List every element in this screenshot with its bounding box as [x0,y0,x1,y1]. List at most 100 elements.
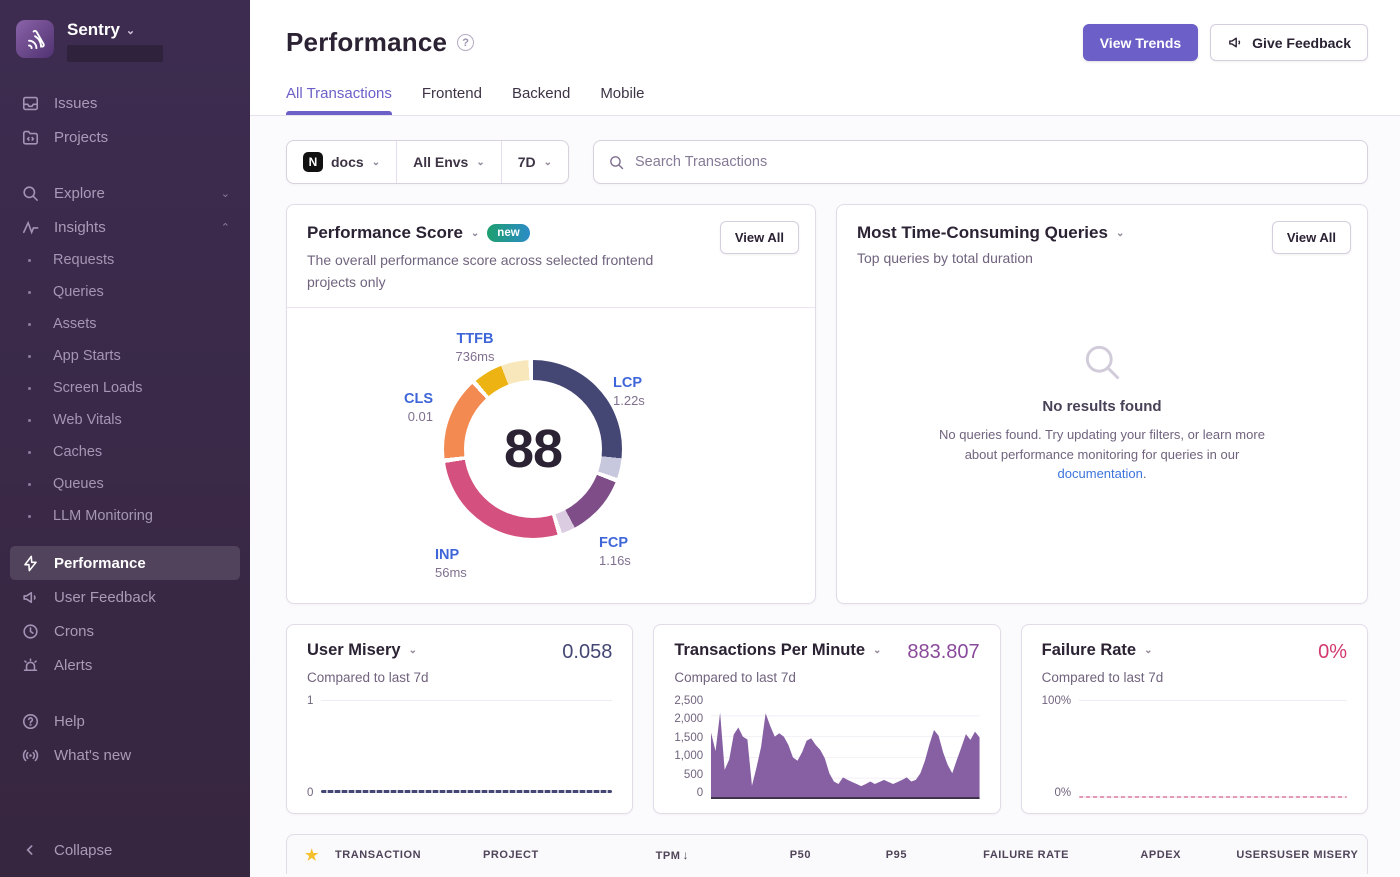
megaphone-icon [20,587,40,607]
sidebar-item-llm-monitoring[interactable]: LLM Monitoring [0,500,250,532]
view-trends-button[interactable]: View Trends [1083,24,1198,61]
sidebar-item-insights[interactable]: Insights ⌃ [0,210,250,244]
sidebar-item-queries[interactable]: Queries [0,276,250,308]
sub-item-label: Assets [53,316,97,332]
user-misery-value: 0.058 [562,641,612,664]
sub-item-label: Screen Loads [53,380,142,396]
bullet-icon [28,323,31,326]
sidebar-item-whats-new[interactable]: What's new [0,738,250,772]
tab-frontend[interactable]: Frontend [422,85,482,115]
column-transaction[interactable]: TRANSACTION [335,849,483,861]
sidebar-item-label: Collapse [54,842,112,859]
column-p95[interactable]: P95 [811,849,907,861]
bullet-icon [28,515,31,518]
bullet-icon [28,291,31,294]
org-switcher[interactable]: Sentry⌄ [0,14,250,72]
sidebar-item-caches[interactable]: Caches [0,436,250,468]
tab-backend[interactable]: Backend [512,85,570,115]
sub-item-label: LLM Monitoring [53,508,153,524]
sidebar-item-assets[interactable]: Assets [0,308,250,340]
sidebar-item-help[interactable]: Help [0,704,250,738]
page-filter-bar: N docs ⌄ All Envs ⌄ 7D ⌄ [286,140,569,184]
card-title[interactable]: Most Time-Consuming Queries [857,223,1108,243]
sidebar-collapse-button[interactable]: Collapse [0,833,250,867]
card-title[interactable]: Failure Rate⌄ [1042,641,1153,660]
bullet-icon [28,419,31,422]
chevron-down-icon: ⌄ [873,645,881,656]
view-all-button[interactable]: View All [1272,221,1351,254]
bullet-icon [28,451,31,454]
tab-mobile[interactable]: Mobile [600,85,644,115]
new-badge: new [487,224,529,242]
sidebar-item-label: Crons [54,623,94,640]
tab-bar: All Transactions Frontend Backend Mobile [286,85,1368,115]
sub-item-label: Queries [53,284,104,300]
sidebar-item-label: Performance [54,555,146,572]
time-consuming-queries-card: Most Time-Consuming Queries ⌄ Top querie… [836,204,1368,604]
chevron-left-icon [20,840,40,860]
megaphone-icon [1227,34,1244,51]
sidebar-item-user-feedback[interactable]: User Feedback [0,580,250,614]
tab-all-transactions[interactable]: All Transactions [286,85,392,115]
view-all-button[interactable]: View All [720,221,799,254]
sidebar-item-web-vitals[interactable]: Web Vitals [0,404,250,436]
chevron-down-icon: ⌄ [409,645,417,656]
give-feedback-button[interactable]: Give Feedback [1210,24,1368,61]
failure-rate-chart: 100%0% [1042,695,1347,799]
column-project[interactable]: PROJECT [483,849,601,861]
documentation-link[interactable]: documentation [1058,466,1143,481]
sidebar-item-issues[interactable]: Issues [0,86,250,120]
give-feedback-label: Give Feedback [1252,35,1351,51]
sidebar-item-alerts[interactable]: Alerts [0,648,250,682]
card-description: The overall performance score across sel… [307,250,677,293]
tpm-value: 883.807 [907,641,979,664]
issues-icon [20,93,40,113]
sidebar-item-app-starts[interactable]: App Starts [0,340,250,372]
sidebar-item-requests[interactable]: Requests [0,244,250,276]
sub-item-label: Caches [53,444,102,460]
help-icon [20,711,40,731]
page-title: Performance [286,27,447,58]
projects-icon [20,127,40,147]
sidebar-item-explore[interactable]: Explore ⌄ [0,176,250,210]
environment-selector[interactable]: All Envs ⌄ [396,141,501,183]
sidebar-item-label: Alerts [54,657,92,674]
sidebar-item-performance[interactable]: Performance [10,546,240,580]
chevron-down-icon[interactable]: ⌄ [1116,228,1124,239]
sidebar-item-projects[interactable]: Projects [0,120,250,154]
column-apdex[interactable]: APDEX [1069,849,1181,861]
org-name: Sentry [67,20,120,40]
sidebar-item-crons[interactable]: Crons [0,614,250,648]
card-title[interactable]: Transactions Per Minute⌄ [674,641,881,660]
date-range-selector[interactable]: 7D ⌄ [501,141,568,183]
column-failure-rate[interactable]: FAILURE RATE [907,849,1069,861]
card-subtitle: Compared to last 7d [1042,670,1347,685]
sidebar-item-screen-loads[interactable]: Screen Loads [0,372,250,404]
transaction-search[interactable] [593,140,1368,184]
column-p50[interactable]: P50 [689,849,811,861]
search-icon [20,183,40,203]
card-title[interactable]: User Misery⌄ [307,641,417,660]
sidebar-item-label: User Feedback [54,589,156,606]
help-tooltip-icon[interactable]: ? [457,34,474,51]
user-misery-card: User Misery⌄ 0.058 Compared to last 7d 1… [286,624,633,814]
sidebar-item-label: What's new [54,747,131,764]
sentry-logo [16,20,54,58]
user-misery-chart: 10 [307,695,612,799]
star-icon[interactable]: ★ [305,846,335,864]
project-selector[interactable]: N docs ⌄ [287,141,396,183]
vital-label-lcp: LCP 1.22s [613,374,645,408]
chevron-down-icon[interactable]: ⌄ [471,228,479,239]
column-user-misery[interactable]: USER MISERY [1277,849,1358,861]
column-users[interactable]: USERS [1181,849,1277,861]
page-header: Performance ? View Trends Give Feedback … [250,0,1400,116]
card-title[interactable]: Performance Score [307,223,463,243]
sidebar-item-label: Explore [54,185,105,202]
search-input[interactable] [635,154,1353,170]
chevron-up-icon: ⌃ [221,221,230,234]
sidebar: Sentry⌄ Issues Projects Explore ⌄ Insigh… [0,0,250,877]
chevron-down-icon: ⌄ [221,187,230,200]
sidebar-item-queues[interactable]: Queues [0,468,250,500]
vital-label-ttfb: TTFB 736ms [437,330,513,364]
column-tpm[interactable]: TPM↓ [601,848,689,862]
